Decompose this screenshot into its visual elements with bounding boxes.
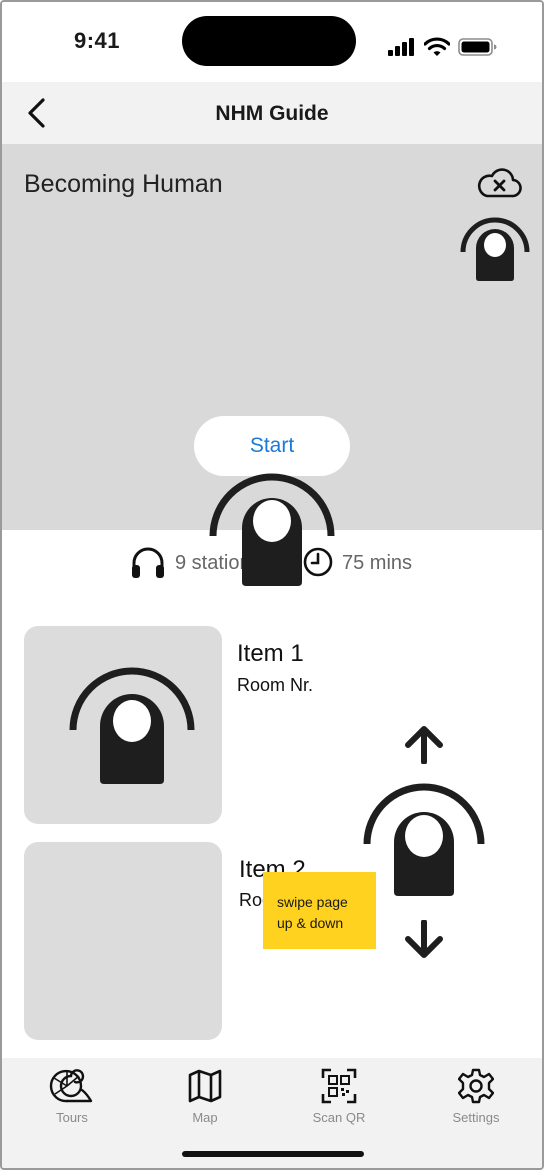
arrow-up-icon <box>405 726 443 764</box>
tab-bar: Tours Map Scan QR Settings <box>2 1058 542 1168</box>
headphones-icon <box>132 547 164 578</box>
wifi-icon <box>424 37 450 56</box>
swipe-hint-note: swipe page up & down <box>263 872 376 949</box>
tab-scan-qr[interactable]: Scan QR <box>289 1068 389 1125</box>
swipe-gesture-icon <box>363 783 485 896</box>
tab-label: Map <box>192 1110 218 1125</box>
tab-label: Settings <box>452 1110 500 1125</box>
status-icons <box>388 36 498 58</box>
battery-icon <box>458 38 497 56</box>
tab-map[interactable]: Map <box>155 1068 255 1125</box>
map-icon <box>188 1069 222 1103</box>
cloud-remove-icon[interactable] <box>476 166 522 200</box>
tour-duration: 75 mins <box>342 552 413 574</box>
tab-tours[interactable]: Tours <box>22 1068 122 1125</box>
dynamic-island <box>182 16 356 66</box>
hint-line-2: up & down <box>277 915 344 931</box>
tab-label: Tours <box>56 1110 88 1125</box>
tour-title: Becoming Human <box>24 170 223 198</box>
status-bar: 9:41 <box>2 2 542 82</box>
tab-label: Scan QR <box>312 1110 366 1125</box>
tab-settings[interactable]: Settings <box>426 1068 526 1125</box>
arrow-down-icon <box>405 920 443 958</box>
phone-screen: 9:41 NHM Guide Becoming Human Start 9 st… <box>0 0 544 1170</box>
tap-gesture-icon <box>69 667 195 784</box>
status-time: 9:41 <box>74 28 121 53</box>
page-title: NHM Guide <box>215 102 329 125</box>
tap-gesture-icon <box>209 473 335 586</box>
item-title: Item 1 <box>237 640 304 667</box>
tap-gesture-icon <box>460 217 530 281</box>
navigation-bar: NHM Guide <box>2 82 542 144</box>
qr-scan-icon <box>321 1068 357 1104</box>
gear-icon <box>458 1068 494 1104</box>
home-indicator[interactable] <box>182 1151 364 1157</box>
item-thumbnail <box>24 842 222 1040</box>
cellular-signal-icon <box>388 38 414 56</box>
nautilus-shell-icon <box>49 1069 93 1103</box>
item-room: Room Nr. <box>237 675 314 695</box>
